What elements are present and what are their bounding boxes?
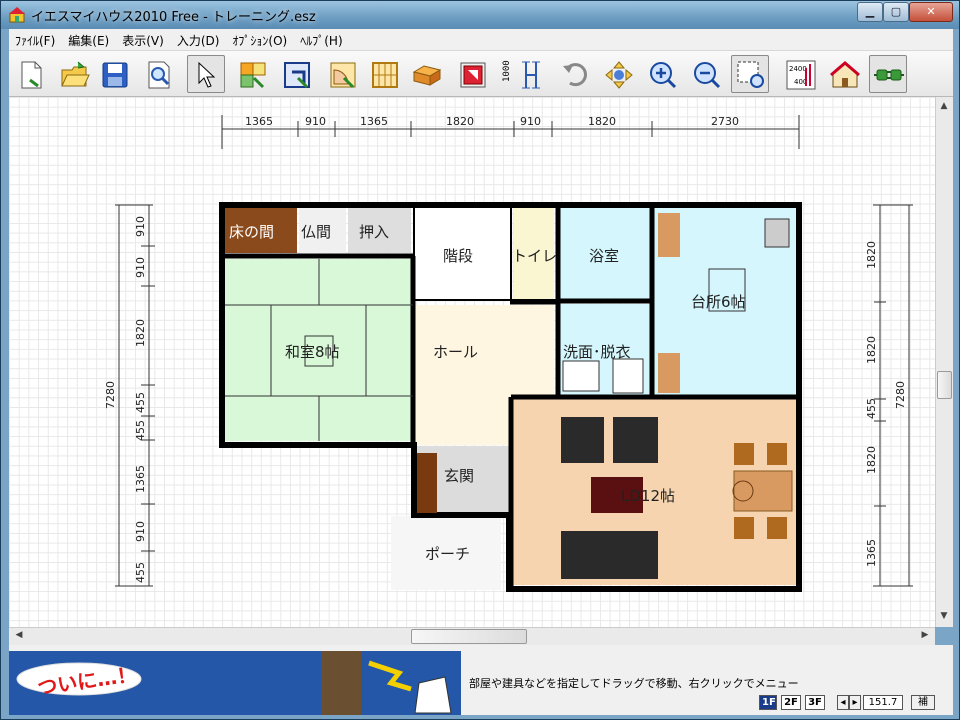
room-input-icon[interactable] [233,55,271,93]
new-file-icon[interactable] [11,55,49,93]
left-dim-6: 910 [134,521,147,542]
save-disk-icon[interactable] [95,55,133,93]
room-oshiire: 押入 [359,223,389,241]
right-dim-0: 1820 [865,241,878,269]
scroll-right-arrow[interactable]: ▶ [917,630,933,640]
top-dim-3: 1820 [446,115,474,128]
dimension-vertical-icon[interactable] [511,55,549,93]
undo-icon[interactable] [555,55,593,93]
top-dim-0: 1365 [245,115,273,128]
scale-next-button[interactable]: ▸ [849,695,861,710]
window-title: イエスマイハウス2010 Free - トレーニング.esz [31,10,316,25]
room-porch: ポーチ [425,545,470,563]
left-dim-2: 1820 [134,319,147,347]
open-folder-icon[interactable] [55,55,93,93]
app-window: イエスマイハウス2010 Free - トレーニング.esz ▁ ▢ ✕ ﾌｧｲ… [0,0,960,720]
menu-file[interactable]: ﾌｧｲﾙ(F) [9,29,62,49]
top-dim-5: 1820 [588,115,616,128]
select-arrow-icon[interactable] [187,55,225,93]
left-dim-7: 455 [134,562,147,583]
vertical-scrollbar[interactable]: ▲ ▼ [935,97,953,627]
room-bath: 浴室 [589,247,619,265]
scroll-up-arrow[interactable]: ▲ [936,101,952,111]
menu-help[interactable]: ﾍﾙﾌﾟ(H) [294,29,349,49]
menu-option[interactable]: ｵﾌﾟｼｮﾝ(O) [226,29,294,49]
stairs-icon[interactable] [453,55,491,93]
room-hall: ホール [433,343,478,361]
minimize-button[interactable]: ▁ [857,2,883,22]
room-senmen: 洗面･脱衣 [563,343,631,361]
plan-walls [219,202,802,592]
right-dim-3: 1820 [865,446,878,474]
close-button[interactable]: ✕ [909,2,953,22]
right-dim-1: 1820 [865,336,878,364]
left-dim-total: 7280 [104,381,117,409]
left-dim-1: 910 [134,257,147,278]
door-input-icon[interactable] [323,55,361,93]
toolbar: 1000 2400 400 [9,51,953,97]
move-cross-icon[interactable] [599,55,637,93]
room-washitsu: 和室8帖 [285,343,340,361]
room-tokonoma: 床の間 [229,223,274,241]
furniture-icon[interactable] [407,55,445,93]
room-ld: LD12帖 [621,487,675,505]
right-dim-2: 455 [865,398,878,419]
left-dim-5: 1365 [134,465,147,493]
aux-button[interactable]: 補 [911,695,935,710]
floor-1f-button[interactable]: 1F [759,695,777,710]
zoom-out-icon[interactable] [687,55,725,93]
house-3d-icon[interactable] [825,55,863,93]
title-bar: イエスマイハウス2010 Free - トレーニング.esz ▁ ▢ ✕ [1,1,959,29]
plan-icon-text-top: 2400 [789,65,807,73]
right-dimension-line [873,204,913,587]
vertical-scroll-thumb[interactable] [937,371,952,399]
left-dim-4: 455 [134,420,147,441]
room-butsuma: 仏間 [301,223,331,241]
horizontal-scroll-thumb[interactable] [411,629,527,644]
print-preview-icon[interactable] [139,55,177,93]
scale-value: 151.7 [863,695,903,710]
ad-banner[interactable]: ついに…！ [9,651,461,715]
plug-connect-icon[interactable] [869,55,907,93]
left-dim-3: 455 [134,392,147,413]
maximize-button[interactable]: ▢ [883,2,909,22]
top-dim-1: 910 [305,115,326,128]
floor-2f-button[interactable]: 2F [781,695,801,710]
top-dim-2: 1365 [360,115,388,128]
app-house-icon [9,7,25,23]
menu-view[interactable]: 表示(V) [116,29,171,49]
drawing-canvas[interactable]: 床の間 仏間 押入 階段 トイレ 浴室 台所6帖 和室8帖 ホール 洗面･脱衣 … [9,97,935,627]
scroll-left-arrow[interactable]: ◀ [11,630,27,640]
right-dim-4: 1365 [865,539,878,567]
status-bar: ついに…！ 部屋や建具などを指定してドラッグで移動、右クリックでメニュー 1F … [9,645,953,715]
scale-prev-button[interactable]: ◂ [837,695,849,710]
wall-input-icon[interactable] [277,55,315,93]
plan-2400-icon[interactable]: 2400 400 [781,55,819,93]
horizontal-scrollbar[interactable]: ◀ ▶ [9,627,935,645]
floor-3f-button[interactable]: 3F [805,695,825,710]
window-input-icon[interactable] [365,55,403,93]
room-genkan: 玄関 [444,467,474,485]
room-toilet: トイレ [512,247,557,265]
room-kitchen: 台所6帖 [691,293,746,311]
top-dim-4: 910 [520,115,541,128]
right-dim-total: 7280 [894,381,907,409]
zoom-window-icon[interactable] [731,55,769,93]
room-stairs: 階段 [443,247,473,265]
status-hint: 部屋や建具などを指定してドラッグで移動、右クリックでメニュー [469,677,799,690]
menu-bar: ﾌｧｲﾙ(F) 編集(E) 表示(V) 入力(D) ｵﾌﾟｼｮﾝ(O) ﾍﾙﾌﾟ(H) [9,29,953,51]
left-dim-0: 910 [134,216,147,237]
scroll-down-arrow[interactable]: ▼ [936,611,952,621]
menu-edit[interactable]: 編集(E) [62,29,116,49]
top-dim-6: 2730 [711,115,739,128]
zoom-in-icon[interactable] [643,55,681,93]
menu-input[interactable]: 入力(D) [171,29,227,49]
